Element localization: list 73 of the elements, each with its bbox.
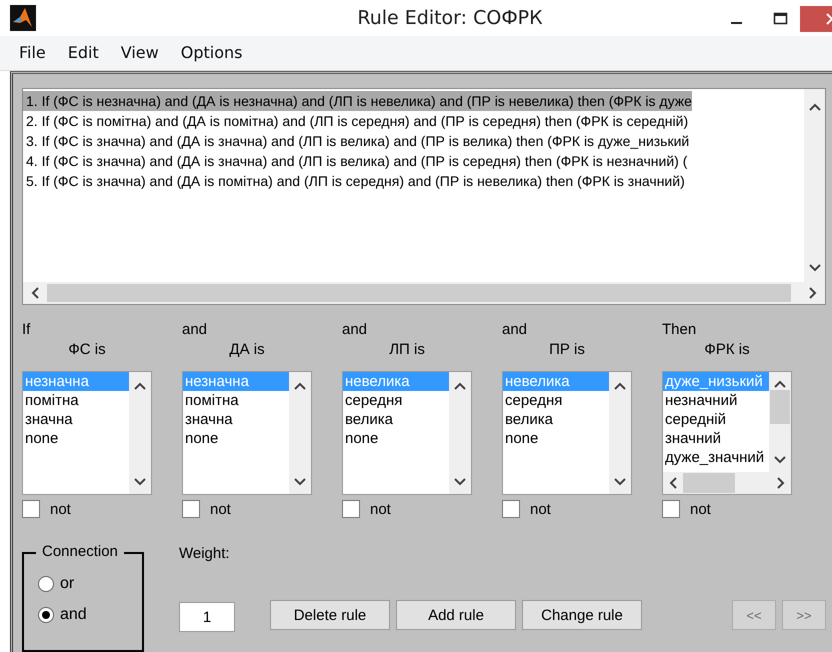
rule-item[interactable]: 2. If (ФС is помітна) and (ДА is помітна) and (ЛП is середня) and (ПР is середня) then (ФРК is середній): [23, 111, 688, 131]
vertical-scrollbar[interactable]: [289, 372, 311, 494]
rule-button[interactable]: Change rule: [522, 600, 642, 630]
scrollbar-thumb[interactable]: [770, 390, 790, 424]
checkbox[interactable]: [502, 500, 520, 518]
rule-item[interactable]: 5. If (ФС is значна) and (ДА is помітна) and (ЛП is середня) and (ПР is невелика) then (ФРК is значний): [23, 171, 685, 191]
not-label: not: [690, 500, 711, 518]
not-label: not: [370, 500, 391, 518]
term-item[interactable]: велика: [343, 410, 449, 429]
checkbox[interactable]: [22, 500, 40, 518]
term-item[interactable]: значний: [663, 429, 769, 448]
checkbox[interactable]: [182, 500, 200, 518]
checkbox[interactable]: [342, 500, 360, 518]
connective-label: If: [22, 321, 32, 340]
term-item[interactable]: значна: [23, 410, 129, 429]
variable-label: ФС is: [67, 341, 107, 360]
radio-button[interactable]: [38, 606, 54, 622]
not-label: not: [210, 500, 231, 518]
term-item[interactable]: none: [503, 429, 609, 448]
radio-button[interactable]: [38, 576, 54, 592]
weight-label: Weight:: [179, 545, 231, 562]
rule-button[interactable]: Add rule: [396, 600, 516, 630]
vertical-scrollbar[interactable]: [769, 372, 791, 472]
checkbox[interactable]: [662, 500, 680, 518]
rule-item[interactable]: 3. If (ФС is значна) and (ДА is значна) and (ЛП is велика) and (ПР is велика) then (ФРК is дуже_низький: [23, 131, 690, 151]
vertical-scrollbar[interactable]: [804, 89, 825, 282]
rule-list[interactable]: [22, 88, 826, 305]
connective-label: and: [182, 321, 208, 340]
menu-item[interactable]: View: [112, 41, 168, 64]
radio-label: or: [60, 574, 74, 592]
term-list[interactable]: невелика середня велика none: [502, 371, 632, 495]
term-item[interactable]: середній: [663, 410, 769, 429]
term-item[interactable]: none: [23, 429, 129, 448]
vertical-scrollbar[interactable]: [129, 372, 151, 494]
term-item[interactable]: значна: [183, 410, 289, 429]
term-list[interactable]: незначна помітна значна none: [182, 371, 312, 495]
variable-label: ЛП is: [388, 341, 426, 360]
variable-label: ПР is: [548, 341, 586, 360]
app-logo-icon: [10, 4, 36, 31]
term-item[interactable]: none: [183, 429, 289, 448]
horizontal-scrollbar[interactable]: [23, 282, 825, 304]
variable-label: ДА is: [228, 341, 266, 360]
term-item[interactable]: незначний: [663, 391, 769, 410]
menu-item[interactable]: File: [10, 41, 55, 64]
window-title: Rule Editor: СОФРК: [356, 6, 544, 29]
term-item[interactable]: помітна: [23, 391, 129, 410]
menu-item[interactable]: Edit: [58, 41, 108, 64]
connective-label: and: [502, 321, 528, 340]
scrollbar-thumb[interactable]: [47, 284, 791, 302]
term-item[interactable]: помітна: [183, 391, 289, 410]
connective-label: and: [342, 321, 368, 340]
term-item[interactable]: середня: [503, 391, 609, 410]
term-list[interactable]: невелика середня велика none: [342, 371, 472, 495]
term-list[interactable]: незначна помітна значна none: [22, 371, 152, 495]
connective-label: Then: [662, 321, 698, 340]
scrollbar-thumb[interactable]: [683, 473, 735, 493]
rule-button[interactable]: Delete rule: [270, 600, 390, 630]
term-item[interactable]: середня: [343, 391, 449, 410]
vertical-scrollbar[interactable]: [449, 372, 471, 494]
not-label: not: [50, 500, 71, 518]
rule-item[interactable]: 4. If (ФС is значна) and (ДА is значна) and (ЛП is велика) and (ПР is середня) then (ФРК is незначний) (: [23, 151, 688, 171]
radio-label: and: [60, 606, 87, 624]
term-list[interactable]: дуже_низький незначний середній значний дуже_значний: [662, 371, 792, 495]
variable-label: ФРК is: [703, 341, 751, 360]
term-item[interactable]: дуже_значний: [663, 448, 769, 467]
vertical-scrollbar[interactable]: [609, 372, 631, 494]
rule-item[interactable]: 1. If (ФС is незначна) and (ДА is незначна) and (ЛП is невелика) and (ПР is невелика) then (ФРК is дуже: [23, 91, 692, 111]
term-item[interactable]: велика: [503, 410, 609, 429]
not-label: not: [530, 500, 551, 518]
weight-field[interactable]: 1: [179, 602, 235, 632]
term-item[interactable]: none: [343, 429, 449, 448]
menu-item[interactable]: Options: [172, 41, 252, 64]
horizontal-scrollbar[interactable]: [663, 472, 791, 494]
